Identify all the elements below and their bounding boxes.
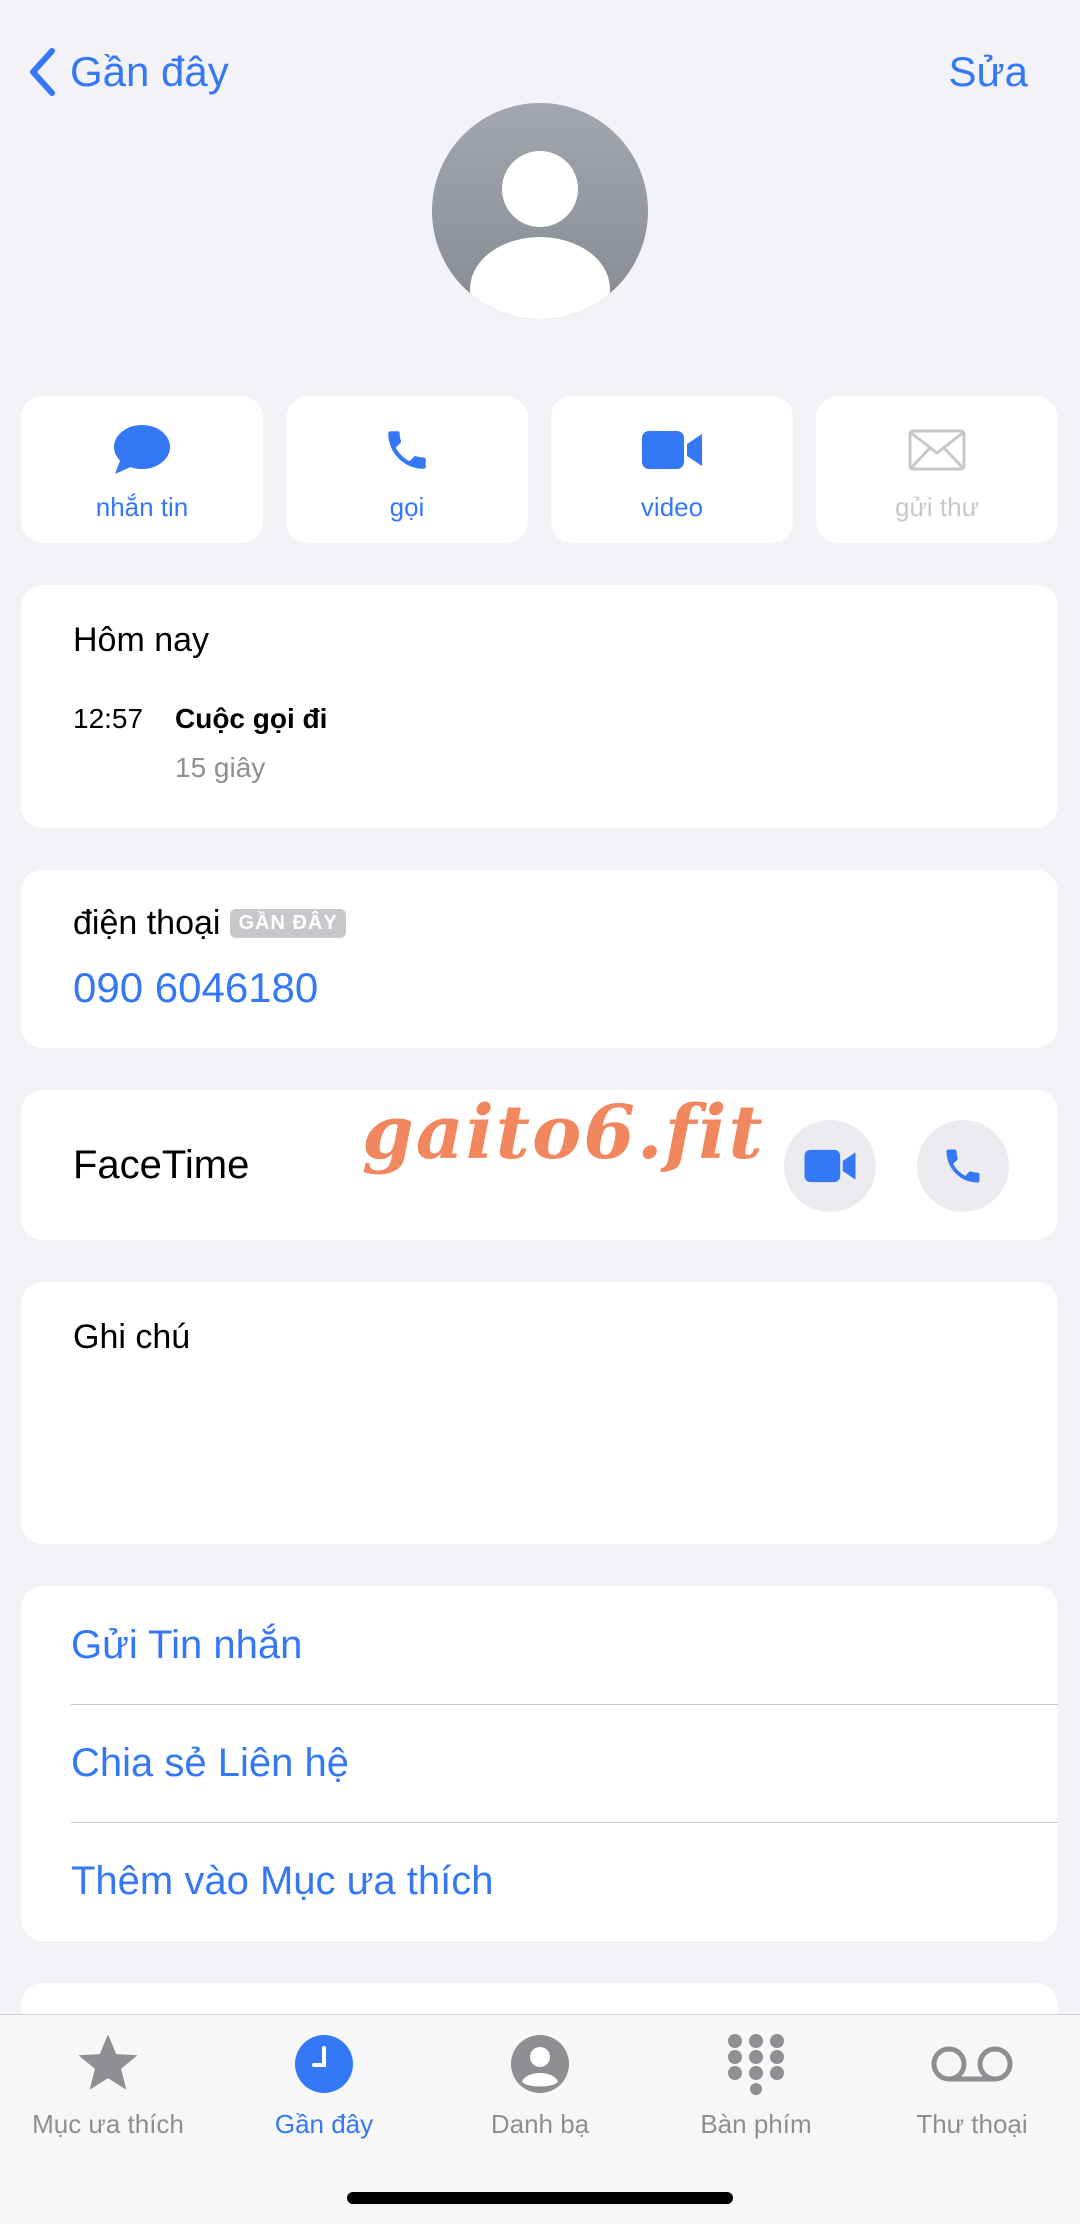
mail-action-button[interactable]: gửi thư [816,396,1058,543]
tab-recents[interactable]: Gần đây [216,2029,432,2140]
video-camera-icon [804,1149,856,1183]
avatar [432,103,648,319]
keypad-icon [728,2034,784,2095]
add-to-favorites-link[interactable]: Thêm vào Mục ưa thích [71,1822,1077,1940]
tab-contacts-label: Danh bạ [490,2109,590,2139]
tab-voicemail-label: Thư thoại [916,2109,1028,2139]
call-action-button[interactable]: gọi [286,396,528,543]
tab-keypad[interactable]: Bàn phím [648,2029,864,2140]
phone-label: điện thoại [73,904,221,942]
tab-favorites[interactable]: Mục ưa thích [0,2029,216,2140]
phone-label-row: điện thoại GẦN ĐÂY [73,904,346,943]
tab-recents-label: Gần đây [274,2109,374,2139]
chevron-left-icon [30,48,55,96]
recent-calls-card: Hôm nay 12:57 Cuộc gọi đi 15 giây [21,585,1058,828]
phone-number[interactable]: 090 6046180 [73,964,318,1012]
tab-keypad-label: Bàn phím [700,2109,812,2139]
recent-date-heading: Hôm nay [73,621,210,659]
back-button[interactable]: Gần đây [28,40,229,104]
notes-label: Ghi chú [73,1318,191,1356]
envelope-icon [908,429,966,471]
message-action-label: nhắn tin [95,492,189,522]
send-message-link[interactable]: Gửi Tin nhắn [71,1586,1077,1704]
recent-badge: GẦN ĐÂY [230,909,346,938]
facetime-video-button[interactable] [784,1120,876,1212]
facetime-audio-button[interactable] [917,1120,1009,1212]
phone-icon [388,431,426,469]
call-type: Cuộc gọi đi [175,703,328,734]
watermark-text: gaito6.fit [362,1090,765,1176]
contacts-icon [511,2035,569,2093]
person-silhouette-icon [470,151,610,319]
phone-card: điện thoại GẦN ĐÂY 090 6046180 [21,870,1058,1048]
home-indicator[interactable] [347,2192,733,2204]
links-card: Gửi Tin nhắn Chia sẻ Liên hệ Thêm vào Mụ… [21,1586,1058,1941]
video-action-label: video [640,492,704,522]
tab-favorites-label: Mục ưa thích [32,2109,184,2139]
clock-icon [295,2035,353,2093]
call-duration: 15 giây [175,752,266,783]
message-action-button[interactable]: nhắn tin [21,396,263,543]
mail-action-label: gửi thư [895,492,979,522]
notes-card[interactable]: Ghi chú [21,1282,1058,1544]
call-time: 12:57 [73,703,144,734]
voicemail-icon [931,2046,1013,2082]
call-action-label: gọi [389,492,425,522]
phone-icon [946,1149,980,1183]
back-label: Gần đây [70,48,229,95]
video-action-button[interactable]: video [551,396,793,543]
share-contact-link[interactable]: Chia sẻ Liên hệ [71,1704,1077,1822]
edit-button[interactable]: Sửa [949,40,1029,104]
star-icon [78,2034,138,2090]
facetime-label: FaceTime [73,1143,250,1187]
tab-voicemail[interactable]: Thư thoại [864,2029,1080,2140]
tab-contacts[interactable]: Danh bạ [432,2029,648,2140]
message-bubble-icon [114,425,170,474]
video-camera-icon [642,431,702,469]
